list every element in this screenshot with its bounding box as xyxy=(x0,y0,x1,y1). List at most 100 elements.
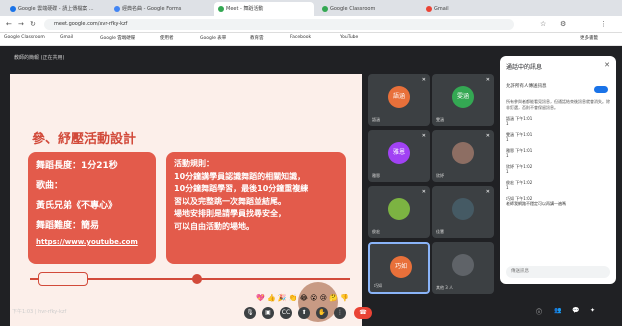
browser-tab[interactable]: Google Classroom xyxy=(318,2,418,16)
participant-name: 巧如 xyxy=(374,283,382,288)
bookmark-item[interactable]: Facebook xyxy=(290,35,311,40)
chat-text: 1 xyxy=(506,137,509,142)
slide-decor-dot xyxy=(192,274,202,284)
leave-call-button[interactable]: ☎ xyxy=(354,307,372,319)
slide-rules-line: 可以自由活動的場地。 xyxy=(174,221,254,231)
slide-rules-line: 活動規則： xyxy=(174,159,214,168)
participant-tile[interactable]: ✕ 欣妤 xyxy=(432,130,494,182)
browser-tab[interactable]: Gmail xyxy=(422,2,522,16)
slide-rules-line: 習以及完整跳一次舞蹈並結尾。 xyxy=(174,196,286,206)
url-field[interactable]: meet.google.com/xvr-rfky-kzf xyxy=(44,19,514,30)
back-icon[interactable]: ← xyxy=(6,20,12,28)
chat-input[interactable]: 傳送訊息 xyxy=(506,266,610,278)
avatar xyxy=(388,198,410,220)
avatar: 雯涵 xyxy=(452,86,474,108)
avatar xyxy=(452,142,474,164)
bookmark-item[interactable]: Google 表單 xyxy=(200,35,226,41)
participant-name: 雯涵 xyxy=(436,117,444,122)
bookmark-item[interactable]: Gmail xyxy=(60,35,73,40)
mic-off-icon: ✕ xyxy=(485,133,490,139)
chat-message: 雯涵 下午1:01 1 xyxy=(506,132,610,142)
extensions-icon[interactable]: ⚙ xyxy=(560,20,566,28)
reaction-bar[interactable]: 💖 👍 🎉 👏 😂 😮 😢 🤔 👎 xyxy=(256,294,349,302)
info-icon[interactable]: ⓘ xyxy=(536,307,542,316)
chat-toggle[interactable] xyxy=(594,86,608,93)
slide-decor-box xyxy=(38,272,88,286)
captions-icon[interactable]: CC xyxy=(280,307,292,319)
menu-icon[interactable]: ⋮ xyxy=(600,20,607,28)
participant-tile[interactable]: ✕ 俊宏 xyxy=(368,186,430,238)
bookmark-star-icon[interactable]: ☆ xyxy=(540,20,546,28)
tab-favicon-icon xyxy=(114,5,120,12)
chat-message: 語涵 下午1:01 1 xyxy=(506,116,610,126)
chat-title: 通話中的訊息 xyxy=(506,64,543,71)
browser-tab[interactable]: Google 雲端硬碟 - 請上傳檔案 ... xyxy=(6,2,106,16)
slide-title: 參、紓壓活動設計 xyxy=(32,132,137,147)
slide-info-line: 黃氏兄弟《不專心》 xyxy=(36,201,118,211)
address-bar: ← → ↻ meet.google.com/xvr-rfky-kzf ☆ ⚙ ⋮ xyxy=(0,16,622,33)
close-icon[interactable]: ✕ xyxy=(604,61,610,69)
shared-slide: 參、紓壓活動設計 舞蹈長度：1分21秒 歌曲： 黃氏兄弟《不專心》 舞蹈難度：簡… xyxy=(10,74,362,326)
participant-name: 語涵 xyxy=(372,117,380,122)
slide-rules-line: 場地安排則是請學員找尋安全， xyxy=(174,209,286,218)
meet-controls: 下午1:03 | hvr-rfky-kzf 🎙 ▣ CC ⬆ ✋ ⋮ ☎ ⓘ 👥… xyxy=(0,304,622,322)
reload-icon[interactable]: ↻ xyxy=(30,20,36,28)
tab-favicon-icon xyxy=(10,5,16,12)
slide-link[interactable]: https://www.youtube.com xyxy=(36,238,148,246)
chat-panel: 通話中的訊息 ✕ 允許所有人傳送訊息 所有參與者都能看見訊息，但通話結束後訊息就… xyxy=(500,56,616,284)
bookmark-item[interactable]: YouTube xyxy=(340,35,358,40)
people-icon[interactable]: 👥 xyxy=(554,307,561,314)
participant-tile[interactable]: ✕ 佳慧 xyxy=(432,186,494,238)
tab-favicon-icon xyxy=(218,5,224,12)
chat-text: 1 xyxy=(506,121,509,126)
chat-note: 所有參與者都能看見訊息，但通話結束後訊息就會消失。除非釘選，否則不會保留訊息。 xyxy=(506,99,610,110)
chat-text: 老師我網路不穩定可以再講一遍嗎 xyxy=(506,201,566,206)
participant-name: 俊宏 xyxy=(372,229,380,234)
meeting-time: 下午1:03 | hvr-rfky-kzf xyxy=(12,309,67,315)
bookmark-item[interactable]: 教育雲 xyxy=(250,35,264,41)
mic-icon[interactable]: 🎙 xyxy=(244,307,256,319)
participant-tile[interactable]: ✕ 語涵 語涵 xyxy=(368,74,430,126)
tab-favicon-icon xyxy=(426,5,432,12)
avatar xyxy=(452,254,474,276)
bookmark-item[interactable]: 更多書籤 xyxy=(580,35,598,41)
presentation-header: 教師的簡報 (正在共用) xyxy=(14,55,65,61)
chat-icon[interactable]: 💬 xyxy=(572,307,579,314)
browser-tab-active[interactable]: Meet - 舞蹈活動 xyxy=(214,2,314,16)
avatar: 巧如 xyxy=(390,256,412,278)
chat-message: 雅恩 下午1:01 1 xyxy=(506,148,610,158)
tab-bar: Google 雲端硬碟 - 請上傳檔案 ... 經典名曲 - Google Fo… xyxy=(0,0,622,16)
bookmark-item[interactable]: Google Classroom xyxy=(4,35,45,40)
mic-off-icon: ✕ xyxy=(485,189,490,195)
present-icon[interactable]: ⬆ xyxy=(298,307,310,319)
chat-text: 1 xyxy=(506,169,509,174)
browser-tab[interactable]: 經典名曲 - Google Forms xyxy=(110,2,210,16)
mic-off-icon: ✕ xyxy=(485,77,490,83)
participant-name: 欣妤 xyxy=(436,173,444,178)
chat-message: 巧如 下午1:02 老師我網路不穩定可以再講一遍嗎 xyxy=(506,196,610,206)
raise-hand-icon[interactable]: ✋ xyxy=(316,307,328,319)
mic-off-icon: ✕ xyxy=(421,77,426,83)
avatar: 語涵 xyxy=(388,86,410,108)
bookmark-item[interactable]: 使用者 xyxy=(160,35,174,41)
mic-off-icon: ✕ xyxy=(421,189,426,195)
forward-icon[interactable]: → xyxy=(18,20,24,28)
slide-rules-line: 10分鐘講學員認識舞蹈的相關知識， xyxy=(174,171,306,181)
participant-tile[interactable]: ✕ 雯涵 雯涵 xyxy=(432,74,494,126)
participant-name: 佳慧 xyxy=(436,229,444,234)
slide-info-line: 舞蹈難度：簡易 xyxy=(36,221,100,231)
more-options-icon[interactable]: ⋮ xyxy=(334,307,346,319)
bookmark-item[interactable]: Google 雲端硬碟 xyxy=(100,35,135,41)
tab-favicon-icon xyxy=(322,5,328,12)
meet-window: 教師的簡報 (正在共用) 參、紓壓活動設計 舞蹈長度：1分21秒 歌曲： 黃氏兄… xyxy=(0,46,622,326)
chat-message: 俊宏 下午1:02 1 xyxy=(506,180,610,190)
camera-icon[interactable]: ▣ xyxy=(262,307,274,319)
slide-rules-panel: 活動規則： 10分鐘講學員認識舞蹈的相關知識， 10分鐘舞蹈學習，最後10分鐘重… xyxy=(166,152,346,264)
participant-tile[interactable]: 其他 3 人 xyxy=(432,242,494,294)
slide-info-panel: 舞蹈長度：1分21秒 歌曲： 黃氏兄弟《不專心》 舞蹈難度：簡易 https:/… xyxy=(28,152,156,264)
participant-tile[interactable]: ✕ 雅恩 雅恩 xyxy=(368,130,430,182)
slide-info-line: 舞蹈長度：1分21秒 xyxy=(36,161,118,171)
participant-tile-speaking[interactable]: 巧如 巧如 xyxy=(368,242,430,294)
activities-icon[interactable]: ✦ xyxy=(590,307,595,314)
slide-info-line: 歌曲： xyxy=(36,181,64,191)
